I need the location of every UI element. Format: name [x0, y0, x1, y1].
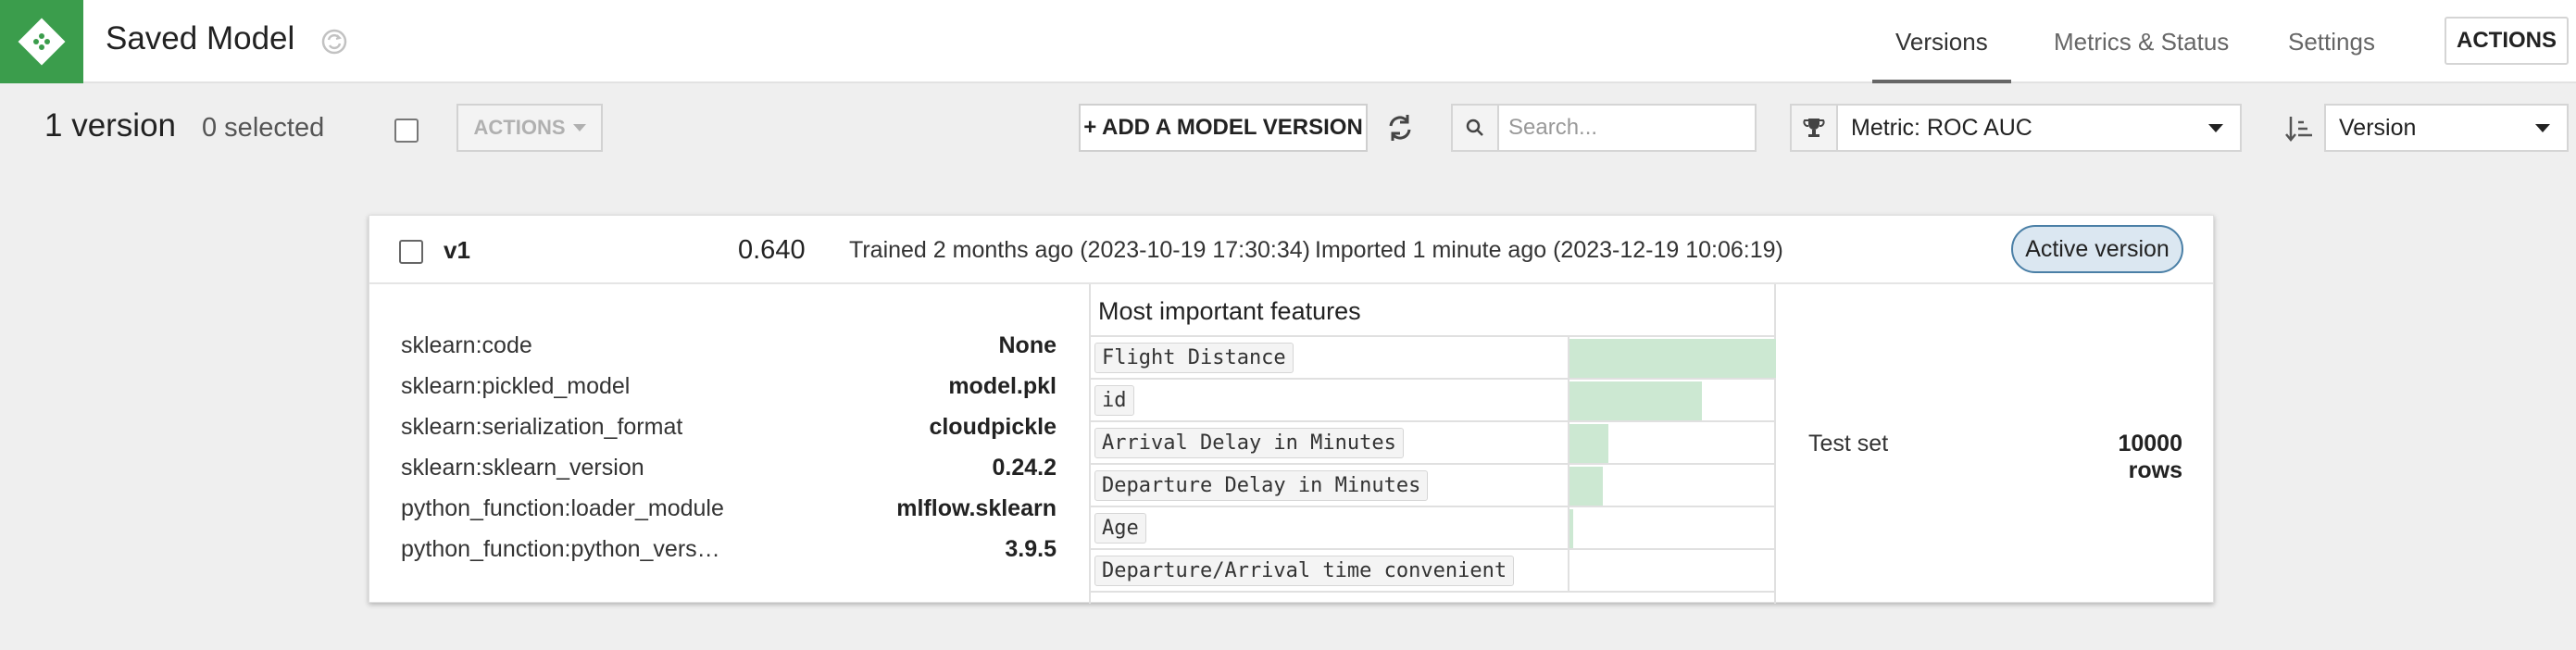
param-value: mlflow.sklearn: [896, 494, 1057, 521]
metric-select-value: Metric: ROC AUC: [1851, 114, 2032, 141]
feature-row: id: [1091, 380, 1776, 422]
param-row: sklearn:code None: [401, 325, 1057, 366]
bulk-actions-label: ACTIONS: [473, 116, 566, 139]
feature-name-cell: id: [1091, 380, 1569, 420]
feature-name-cell: Arrival Delay in Minutes: [1091, 422, 1569, 463]
version-card[interactable]: v1 0.640 Trained 2 months ago (2023-10-1…: [369, 215, 2214, 604]
feature-bar-cell: [1569, 422, 1776, 463]
top-bar: Saved Model Versions Metrics & Status Se…: [0, 0, 2576, 83]
feature-name: Arrival Delay in Minutes: [1094, 427, 1404, 458]
feature-name-cell: Departure Delay in Minutes: [1091, 465, 1569, 506]
feature-name: Departure Delay in Minutes: [1094, 469, 1429, 501]
selected-count: 0 selected: [202, 113, 325, 143]
test-set-value: 10000 rows: [2118, 431, 2182, 483]
tab-settings[interactable]: Settings: [2288, 28, 2375, 56]
param-value: None: [998, 331, 1057, 358]
caret-down-icon: [2535, 123, 2550, 132]
param-value: 0.24.2: [992, 454, 1057, 481]
refresh-icon[interactable]: [1383, 111, 1417, 144]
search-input[interactable]: [1499, 106, 1749, 150]
sort-select[interactable]: Version: [2324, 104, 2569, 152]
feature-row: Flight Distance: [1091, 337, 1776, 380]
feature-row: Departure/Arrival time convenient: [1091, 550, 1776, 593]
test-set-label: Test set: [1808, 431, 1889, 456]
feature-bar: [1569, 467, 1603, 506]
param-key: sklearn:serialization_format: [401, 413, 683, 440]
feature-bar-cell: [1569, 465, 1776, 506]
param-key: python_function:loader_module: [401, 494, 724, 521]
param-row: sklearn:pickled_model model.pkl: [401, 366, 1057, 406]
feature-name: Flight Distance: [1094, 342, 1294, 373]
param-key: sklearn:code: [401, 331, 532, 358]
sync-icon[interactable]: [319, 26, 350, 57]
feature-bar-cell: [1569, 380, 1776, 420]
caret-down-icon: [572, 124, 586, 131]
add-model-version-button[interactable]: + ADD A MODEL VERSION: [1079, 104, 1368, 152]
active-version-badge[interactable]: Active version: [2011, 225, 2183, 273]
sort-icon[interactable]: [2283, 113, 2315, 144]
feature-name: id: [1094, 384, 1134, 416]
active-tab-indicator: [1872, 80, 2011, 83]
tab-versions[interactable]: Versions: [1895, 28, 1988, 56]
feature-row: Age: [1091, 507, 1776, 550]
trained-date: Trained 2 months ago (2023-10-19 17:30:3…: [849, 237, 1311, 263]
feature-bar: [1569, 424, 1608, 463]
version-name[interactable]: v1: [444, 236, 470, 265]
logo-icon[interactable]: [0, 0, 83, 83]
version-count: 1 version: [44, 107, 177, 144]
param-value: 3.9.5: [1005, 535, 1057, 562]
param-key: python_function:python_vers…: [401, 535, 720, 562]
feature-name-cell: Departure/Arrival time convenient: [1091, 550, 1569, 591]
feature-name: Departure/Arrival time convenient: [1094, 555, 1515, 586]
feature-table: Flight Distance id Arrival Delay in Minu…: [1091, 335, 1776, 593]
feature-bar-cell: [1569, 550, 1776, 591]
page-title: Saved Model: [106, 20, 295, 56]
param-key: sklearn:sklearn_version: [401, 454, 644, 481]
feature-name-cell: Flight Distance: [1091, 337, 1569, 378]
imported-date: Imported 1 minute ago (2023-12-19 10:06:…: [1315, 237, 1783, 263]
search-icon: [1453, 106, 1499, 150]
feature-bar-cell: [1569, 337, 1776, 378]
param-row: python_function:python_vers… 3.9.5: [401, 529, 1057, 569]
metric-value: 0.640: [738, 235, 806, 265]
select-all-checkbox[interactable]: [394, 119, 419, 143]
feature-row: Arrival Delay in Minutes: [1091, 422, 1776, 465]
caret-down-icon: [2208, 123, 2223, 132]
param-row: python_function:loader_module mlflow.skl…: [401, 488, 1057, 529]
param-key: sklearn:pickled_model: [401, 372, 631, 399]
param-value: model.pkl: [948, 372, 1057, 399]
feature-name-cell: Age: [1091, 507, 1569, 548]
bulk-actions-button[interactable]: ACTIONS: [456, 104, 603, 152]
feature-name: Age: [1094, 512, 1146, 544]
features-title: Most important features: [1098, 297, 1361, 325]
tab-metrics-status[interactable]: Metrics & Status: [2054, 28, 2229, 56]
params-list: sklearn:code None sklearn:pickled_model …: [401, 325, 1057, 569]
trophy-icon: [1792, 106, 1838, 150]
sort-select-value: Version: [2339, 114, 2417, 141]
version-card-header: v1 0.640 Trained 2 months ago (2023-10-1…: [369, 216, 2213, 284]
feature-bar: [1569, 339, 1776, 378]
search-field[interactable]: [1451, 104, 1757, 152]
actions-button[interactable]: ACTIONS: [2445, 17, 2569, 65]
feature-row: Departure Delay in Minutes: [1091, 465, 1776, 507]
feature-bar-cell: [1569, 507, 1776, 548]
version-checkbox[interactable]: [399, 240, 423, 264]
feature-bar: [1569, 381, 1702, 420]
param-row: sklearn:sklearn_version 0.24.2: [401, 447, 1057, 488]
param-row: sklearn:serialization_format cloudpickle: [401, 406, 1057, 447]
metric-select[interactable]: Metric: ROC AUC: [1790, 104, 2242, 152]
feature-importance-panel: Most important features Flight Distance …: [1089, 284, 1776, 604]
feature-bar: [1569, 509, 1573, 548]
param-value: cloudpickle: [929, 413, 1057, 440]
